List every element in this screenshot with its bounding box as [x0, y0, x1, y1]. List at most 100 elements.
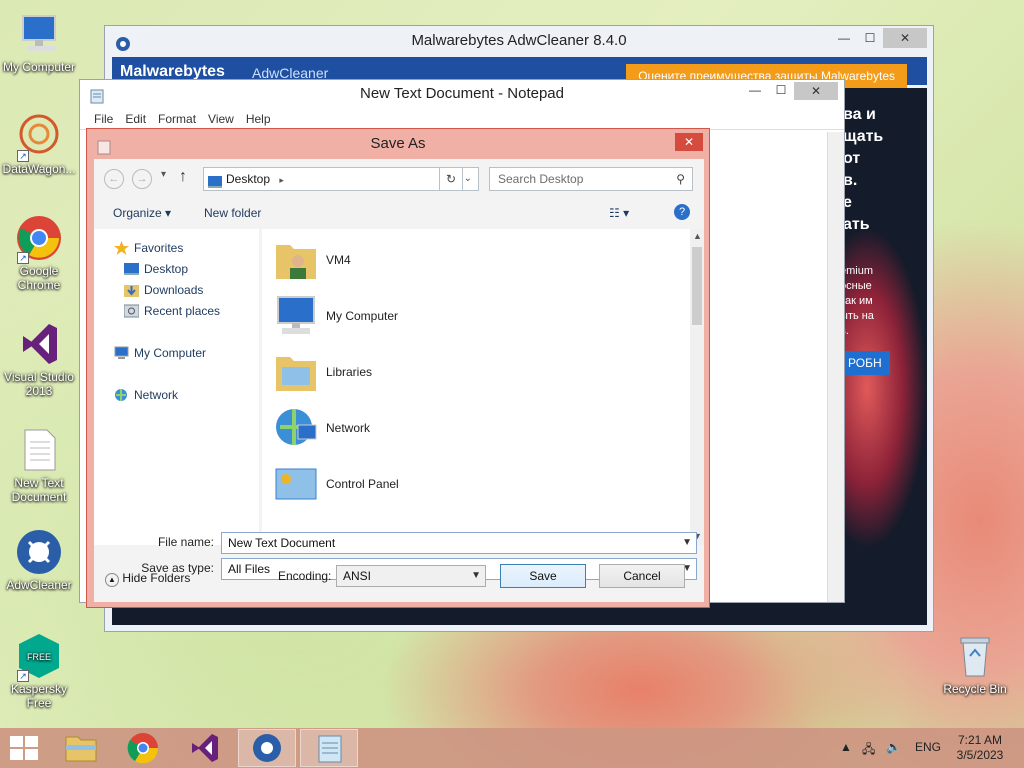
kaspersky-icon: FREE ↗: [15, 632, 63, 682]
dialog-toolbar: Organize ▾ New folder ☷ ▾ ?: [94, 197, 704, 229]
language-indicator[interactable]: ENG: [915, 740, 941, 754]
taskbar-file-explorer[interactable]: [52, 729, 110, 767]
desktop-icon-label: DataWagon...: [2, 162, 76, 176]
search-input[interactable]: Search Desktop ⚲: [489, 167, 693, 191]
notepad-scrollbar[interactable]: [827, 132, 844, 602]
desktop-icon-chrome[interactable]: ↗ Google Chrome: [0, 214, 78, 292]
chevron-down-icon[interactable]: ▼: [682, 533, 692, 553]
chevron-down-icon[interactable]: ▼: [471, 566, 481, 586]
view-options-icon[interactable]: ☷ ▾: [609, 206, 629, 220]
visual-studio-icon: [15, 320, 63, 368]
up-arrow-icon[interactable]: ↑: [179, 168, 187, 186]
desktop-icon-my-computer[interactable]: My Computer: [0, 10, 78, 74]
menu-help[interactable]: Help: [240, 108, 277, 129]
minimize-button[interactable]: —: [831, 28, 857, 48]
try-premium-button[interactable]: РОБН: [840, 351, 890, 375]
adwcleaner-titlebar[interactable]: Malwarebytes AdwCleaner 8.4.0 — ☐ ✕: [105, 26, 933, 56]
promo-headline-line: в.: [843, 172, 858, 189]
text-document-icon: [15, 426, 63, 474]
menu-format[interactable]: Format: [152, 108, 202, 129]
hide-folders-label: Hide Folders: [122, 571, 191, 585]
desktop-icon-label: New Text Document: [11, 476, 67, 504]
close-button[interactable]: ✕: [883, 28, 927, 48]
hide-folders-button[interactable]: ▲ Hide Folders: [105, 571, 190, 587]
desktop-icon-visual-studio[interactable]: Visual Studio 2013: [0, 320, 78, 398]
desktop-icon-kaspersky[interactable]: FREE ↗ Kaspersky Free: [0, 632, 78, 710]
menu-view[interactable]: View: [202, 108, 240, 129]
minimize-button[interactable]: —: [742, 80, 768, 100]
address-bar[interactable]: Desktop ▸ ⌄: [203, 167, 479, 191]
desktop-icon-new-text-document[interactable]: New Text Document: [0, 426, 78, 504]
save-as-titlebar[interactable]: Save As ✕: [87, 129, 709, 159]
maximize-button[interactable]: ☐: [857, 28, 883, 48]
menu-edit[interactable]: Edit: [119, 108, 152, 129]
nav-downloads[interactable]: Downloads: [124, 281, 203, 299]
scrollbar-thumb[interactable]: [692, 247, 702, 325]
network-status-icon[interactable]: 🖧: [862, 740, 875, 761]
shortcut-arrow-icon: ↗: [17, 150, 29, 162]
file-item-network[interactable]: Network: [272, 403, 370, 453]
file-item-libraries[interactable]: Libraries: [272, 347, 372, 397]
taskbar-adwcleaner[interactable]: [238, 729, 296, 767]
save-as-dialog[interactable]: Save As ✕ ← → ▾ ↑ Desktop ▸ ⌄ ↻ Search D…: [86, 128, 710, 608]
address-dropdown-icon[interactable]: ⌄: [464, 168, 472, 190]
desktop-icon-datawagon[interactable]: ↗ DataWagon...: [0, 112, 78, 176]
search-icon: ⚲: [676, 172, 685, 186]
file-item-control-panel[interactable]: Control Panel: [272, 459, 399, 509]
refresh-button[interactable]: ↻: [439, 167, 463, 191]
forward-button[interactable]: →: [132, 169, 152, 189]
notepad-titlebar[interactable]: New Text Document - Notepad — ☐ ✕: [80, 80, 844, 108]
libraries-icon: [272, 349, 320, 395]
adwcleaner-icon: [15, 528, 63, 576]
breadcrumb-chevron-icon[interactable]: ▸: [279, 175, 284, 185]
clock-time: 7:21 AM: [957, 733, 1003, 747]
nav-my-computer[interactable]: My Computer: [114, 344, 206, 362]
shortcut-arrow-icon: ↗: [17, 670, 29, 682]
promo-body-line: осные: [840, 280, 872, 292]
desktop-icon-label: My Computer: [2, 60, 76, 74]
encoding-value: ANSI: [343, 569, 372, 583]
save-button[interactable]: Save: [500, 564, 586, 588]
promo-body: emium осные как им ыть на в.: [840, 264, 874, 339]
desktop-folder-icon: [208, 173, 222, 195]
file-item-my-computer[interactable]: My Computer: [272, 291, 398, 341]
star-icon: [114, 241, 129, 255]
file-name-input[interactable]: New Text Document ▼: [221, 532, 697, 554]
taskbar-visual-studio[interactable]: [176, 729, 234, 767]
back-button[interactable]: ←: [104, 169, 124, 189]
nav-favorites[interactable]: Favorites: [114, 239, 183, 257]
taskbar-notepad[interactable]: [300, 729, 358, 767]
help-icon[interactable]: ?: [674, 204, 690, 220]
close-button[interactable]: ✕: [675, 133, 703, 151]
maximize-button[interactable]: ☐: [768, 80, 794, 100]
file-item-vm4[interactable]: VM4: [272, 235, 351, 285]
organize-button[interactable]: Organize ▾: [113, 206, 171, 220]
desktop-icon-recycle-bin[interactable]: Recycle Bin: [936, 632, 1014, 696]
notepad-title: New Text Document - Notepad: [360, 85, 564, 102]
taskbar: ▲ 🖧 🔈 ENG 7:21 AM 3/5/2023: [0, 728, 1024, 768]
file-list-scrollbar[interactable]: ▲ ▼: [690, 229, 704, 545]
chrome-icon: [127, 733, 159, 764]
desktop-icon-adwcleaner[interactable]: AdwCleaner: [0, 528, 78, 592]
control-panel-icon: [272, 461, 320, 507]
start-button[interactable]: [10, 736, 38, 763]
show-hidden-icons-icon[interactable]: ▲: [840, 740, 852, 754]
visual-studio-icon: [192, 734, 218, 762]
promo-headline-line: щать: [843, 128, 884, 145]
file-item-label: My Computer: [326, 309, 399, 323]
volume-icon[interactable]: 🔈: [886, 740, 901, 754]
scroll-up-icon[interactable]: ▲: [693, 231, 702, 241]
desktop-icon-label: Google Chrome: [17, 264, 61, 292]
new-folder-button[interactable]: New folder: [204, 206, 261, 220]
encoding-select[interactable]: ANSI ▼: [336, 565, 486, 587]
nav-desktop[interactable]: Desktop: [124, 260, 188, 278]
close-button[interactable]: ✕: [794, 82, 838, 100]
recent-locations-icon[interactable]: ▾: [161, 169, 166, 180]
notepad-app-icon: [90, 86, 104, 114]
nav-network[interactable]: Network: [114, 386, 178, 404]
save-as-body: ← → ▾ ↑ Desktop ▸ ⌄ ↻ Search Desktop ⚲ O…: [94, 159, 704, 602]
cancel-button[interactable]: Cancel: [599, 564, 685, 588]
taskbar-chrome[interactable]: [114, 729, 172, 767]
nav-recent-places[interactable]: Recent places: [123, 302, 220, 320]
clock[interactable]: 7:21 AM 3/5/2023: [945, 733, 1015, 763]
